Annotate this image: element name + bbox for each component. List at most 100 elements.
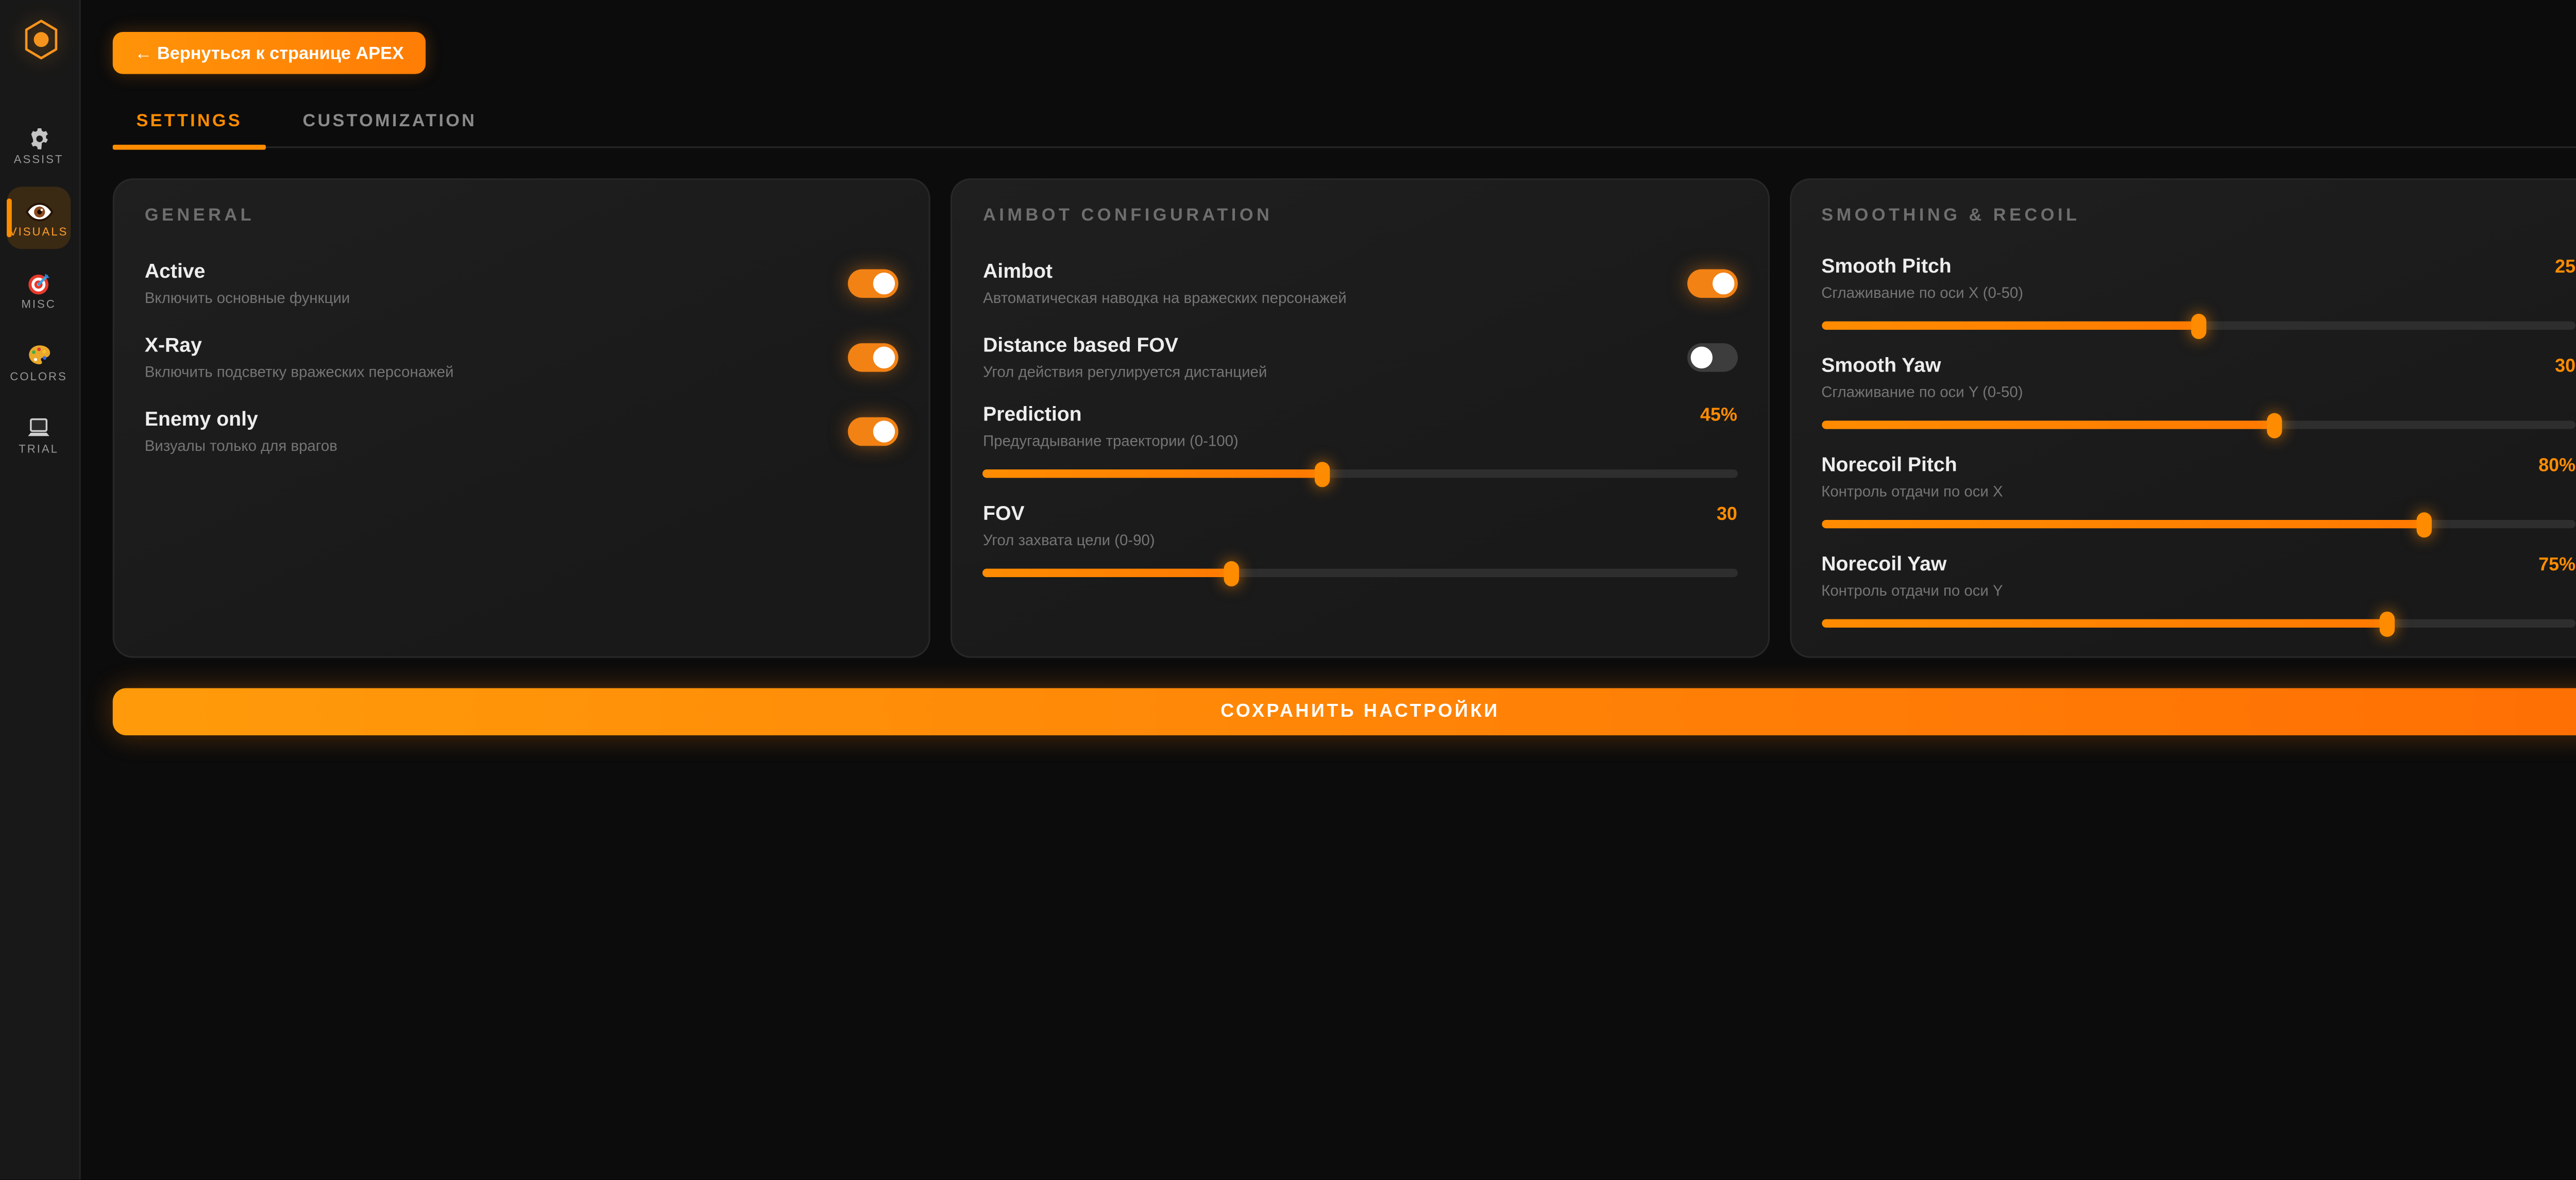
general-rows: Active Включить основные функции X-Ray В… bbox=[145, 254, 899, 459]
setting-label: Smooth Pitch bbox=[1821, 254, 1952, 278]
setting-label: Active bbox=[145, 259, 350, 283]
setting-description: Угол захвата цели (0-90) bbox=[983, 532, 1737, 549]
setting-row: FOV 30 Угол захвата цели (0-90) bbox=[983, 501, 1737, 577]
sidebar-item-visuals[interactable]: VISUALS bbox=[7, 187, 71, 249]
slider-fill bbox=[1821, 420, 2274, 429]
slider-thumb[interactable] bbox=[2191, 313, 2206, 338]
setting-description: Визуалы только для врагов bbox=[145, 437, 337, 454]
sidebar-item-colors[interactable]: COLORS bbox=[7, 331, 71, 394]
sidebar-item-trial[interactable]: TRIAL bbox=[7, 404, 71, 466]
slider-track[interactable] bbox=[983, 569, 1737, 577]
sidebar-item-label: VISUALS bbox=[9, 226, 68, 238]
slider-thumb[interactable] bbox=[1224, 560, 1239, 585]
aimbot-toggle-rows: Aimbot Автоматическая наводка на вражеск… bbox=[983, 254, 1737, 385]
slider-thumb[interactable] bbox=[2417, 512, 2432, 537]
setting-label: Enemy only bbox=[145, 407, 337, 431]
setting-description: Автоматическая наводка на вражеских перс… bbox=[983, 290, 1347, 307]
tab-customization[interactable]: CUSTOMIZATION bbox=[279, 97, 500, 146]
slider-fill bbox=[1821, 619, 2387, 628]
setting-description: Сглаживание по оси X (0-50) bbox=[1821, 284, 2575, 301]
app-logo bbox=[0, 19, 81, 69]
smoothing-slider-rows: Smooth Pitch 25 Сглаживание по оси X (0-… bbox=[1821, 254, 2575, 628]
sidebar-item-label: COLORS bbox=[10, 371, 67, 383]
back-to-apex-button[interactable]: ← Вернуться к странице APEX bbox=[113, 32, 426, 74]
setting-row: Norecoil Yaw 75% Контроль отдачи по оси … bbox=[1821, 552, 2575, 628]
main-content: ← Вернуться к странице APEX SETTINGS CUST… bbox=[81, 0, 2576, 735]
setting-label: Smooth Yaw bbox=[1821, 353, 1941, 377]
slider-track[interactable] bbox=[1821, 520, 2575, 528]
slider-track[interactable] bbox=[1821, 420, 2575, 429]
palette-icon bbox=[26, 342, 52, 369]
slider-value: 75% bbox=[2538, 555, 2575, 576]
slider-value: 30 bbox=[1717, 505, 1737, 525]
tab-bar: SETTINGS CUSTOMIZATION bbox=[113, 97, 2576, 148]
slider-value: 25 bbox=[2555, 258, 2575, 278]
setting-row: Distance based FOV Угол действия регулир… bbox=[983, 328, 1737, 385]
toggle-knob bbox=[1712, 272, 1734, 293]
save-settings-button[interactable]: СОХРАНИТЬ НАСТРОЙКИ bbox=[113, 688, 2576, 735]
setting-description: Включить подсветку вражеских персонажей bbox=[145, 363, 454, 380]
setting-row: X-Ray Включить подсветку вражеских персо… bbox=[145, 328, 899, 385]
setting-label: Prediction bbox=[983, 402, 1082, 426]
toggle-switch[interactable] bbox=[849, 268, 899, 297]
app-root: ASSIST VISUALS MISC COLORS TRIAL ← Верну… bbox=[0, 0, 2576, 1180]
eye-icon bbox=[24, 198, 53, 225]
setting-description: Предугадывание траектории (0-100) bbox=[983, 432, 1737, 449]
slider-thumb[interactable] bbox=[1315, 461, 1330, 486]
slider-value: 80% bbox=[2538, 456, 2575, 476]
setting-description: Сглаживание по оси Y (0-50) bbox=[1821, 383, 2575, 400]
setting-description: Контроль отдачи по оси X bbox=[1821, 483, 2575, 500]
setting-label: Distance based FOV bbox=[983, 333, 1267, 357]
slider-track[interactable] bbox=[983, 469, 1737, 478]
slider-fill bbox=[983, 469, 1323, 478]
slider-track[interactable] bbox=[1821, 322, 2575, 330]
sidebar-item-misc[interactable]: MISC bbox=[7, 259, 71, 322]
setting-label: Norecoil Pitch bbox=[1821, 452, 1957, 476]
toggle-switch[interactable] bbox=[1687, 268, 1737, 297]
setting-row: Norecoil Pitch 80% Контроль отдачи по ос… bbox=[1821, 452, 2575, 528]
toggle-switch[interactable] bbox=[849, 342, 899, 371]
setting-description: Контроль отдачи по оси Y bbox=[1821, 582, 2575, 599]
setting-description: Угол действия регулируется дистанцией bbox=[983, 363, 1267, 380]
sidebar-item-label: ASSIST bbox=[14, 154, 64, 166]
toggle-switch[interactable] bbox=[849, 416, 899, 445]
setting-label: X-Ray bbox=[145, 333, 454, 357]
sidebar-item-label: TRIAL bbox=[19, 443, 59, 455]
setting-label: Norecoil Yaw bbox=[1821, 552, 1946, 576]
setting-row: Smooth Yaw 30 Сглаживание по оси Y (0-50… bbox=[1821, 353, 2575, 429]
sidebar: ASSIST VISUALS MISC COLORS TRIAL bbox=[0, 0, 81, 1180]
setting-label: Aimbot bbox=[983, 259, 1347, 283]
slider-track[interactable] bbox=[1821, 619, 2575, 628]
slider-fill bbox=[983, 569, 1232, 577]
gear-icon bbox=[26, 125, 52, 152]
slider-thumb[interactable] bbox=[2266, 412, 2281, 437]
toggle-switch[interactable] bbox=[1687, 342, 1737, 371]
settings-panels: GENERAL Active Включить основные функции… bbox=[113, 178, 2576, 658]
panel-aimbot: AIMBOT CONFIGURATION Aimbot Автоматическ… bbox=[951, 178, 1769, 658]
aimbot-slider-rows: Prediction 45% Предугадывание траектории… bbox=[983, 402, 1737, 577]
slider-fill bbox=[1821, 520, 2425, 528]
setting-row: Aimbot Автоматическая наводка на вражеск… bbox=[983, 254, 1737, 311]
setting-row: Enemy only Визуалы только для врагов bbox=[145, 402, 899, 459]
panel-general: GENERAL Active Включить основные функции… bbox=[113, 178, 931, 658]
setting-row: Smooth Pitch 25 Сглаживание по оси X (0-… bbox=[1821, 254, 2575, 330]
tab-settings[interactable]: SETTINGS bbox=[113, 97, 266, 146]
slider-fill bbox=[1821, 322, 2198, 330]
toggle-knob bbox=[874, 272, 895, 293]
panel-smoothing: SMOOTHING & RECOIL Smooth Pitch 25 Сглаж… bbox=[1789, 178, 2576, 658]
toggle-knob bbox=[874, 346, 895, 367]
setting-description: Включить основные функции bbox=[145, 290, 350, 307]
laptop-icon bbox=[25, 415, 52, 442]
panel-title: GENERAL bbox=[145, 205, 899, 225]
slider-thumb[interactable] bbox=[2379, 611, 2394, 636]
slider-value: 30 bbox=[2555, 357, 2575, 377]
panel-title: AIMBOT CONFIGURATION bbox=[983, 205, 1737, 225]
sidebar-item-assist[interactable]: ASSIST bbox=[7, 114, 71, 177]
target-icon bbox=[26, 270, 52, 297]
setting-row: Active Включить основные функции bbox=[145, 254, 899, 311]
hexagon-logo-icon bbox=[23, 19, 58, 69]
sidebar-item-label: MISC bbox=[21, 299, 56, 311]
toggle-knob bbox=[874, 420, 895, 442]
slider-value: 45% bbox=[1700, 406, 1737, 426]
setting-label: FOV bbox=[983, 501, 1025, 525]
